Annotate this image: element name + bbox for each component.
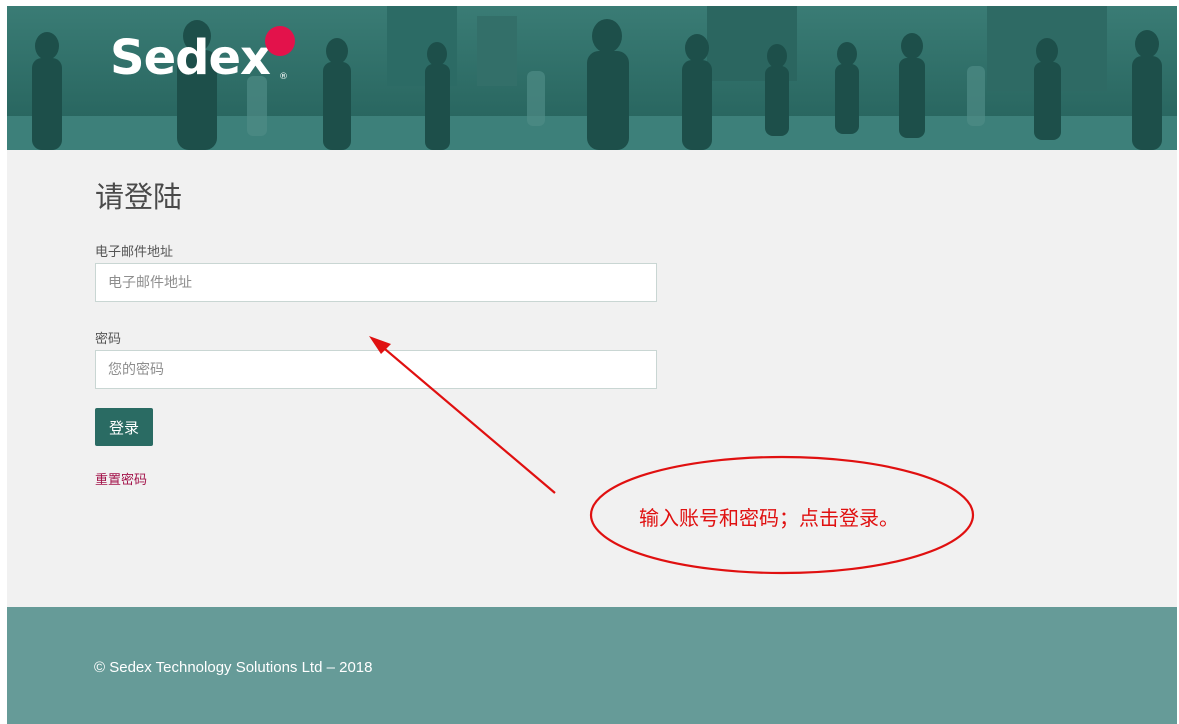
email-label: 电子邮件地址 [95,245,174,260]
password-label: 密码 [95,332,122,347]
password-field[interactable] [95,350,657,389]
page-title: 请登陆 [95,180,183,214]
registered-mark: ® [279,72,288,82]
header-banner: Sedex ® [7,6,1177,150]
annotation-text: 输入账号和密码；点击登录。 [639,506,899,530]
login-button[interactable]: 登录 [95,408,153,446]
login-page: Sedex ® 请登陆 电子邮件地址 密码 登录 重置密码 输入账号和密码；点击… [7,6,1177,724]
reset-password-link[interactable]: 重置密码 [95,469,147,488]
sedex-logo[interactable]: Sedex [110,28,271,88]
footer: © Sedex Technology Solutions Ltd – 2018 [7,607,1177,724]
email-field[interactable] [95,263,657,302]
sedex-logo-dot-icon [265,26,295,56]
copyright-text: © Sedex Technology Solutions Ltd – 2018 [94,659,373,676]
